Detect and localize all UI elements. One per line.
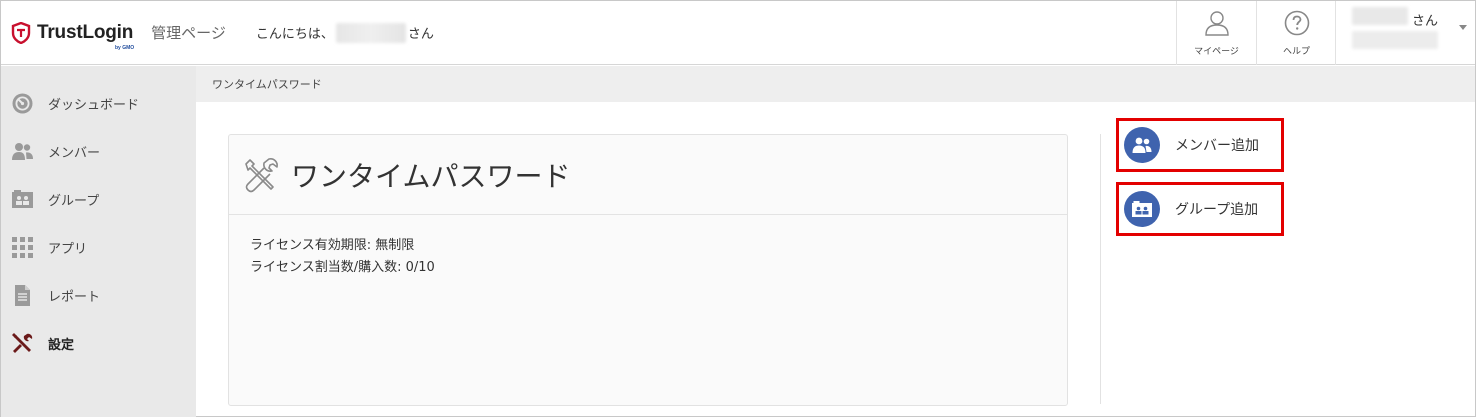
page-title: ワンタイムパスワード — [291, 159, 571, 193]
greeting: こんにちは、 さん — [255, 22, 434, 43]
top-header: TrustLogin by GMO 管理ページ こんにちは、 さん マイページ … — [1, 1, 1475, 65]
add-group-button[interactable]: グループ追加 — [1116, 182, 1284, 236]
user-menu[interactable]: さん — [1335, 1, 1475, 65]
add-member-button[interactable]: メンバー追加 — [1116, 118, 1284, 172]
group-icon — [12, 189, 33, 208]
members-icon — [12, 142, 33, 160]
shield-logo-icon — [11, 21, 31, 44]
tools-outline-icon — [245, 157, 278, 192]
otp-panel: ワンタイムパスワード ライセンス有効期限: 無制限 ライセンス割当数/購入数: … — [228, 134, 1068, 406]
sidebar-item-apps[interactable]: アプリ — [1, 223, 196, 271]
breadcrumb: ワンタイムパスワード — [196, 66, 1475, 102]
sidebar-item-label: アプリ — [48, 241, 88, 257]
add-member-label: メンバー追加 — [1175, 138, 1259, 154]
greeting-prefix: こんにちは、 — [255, 27, 334, 42]
admin-page-label: 管理ページ — [151, 24, 226, 42]
mypage-label: マイページ — [1194, 47, 1239, 57]
redacted-username — [335, 22, 406, 43]
logo-sub: by GMO — [114, 44, 135, 51]
sidebar-item-settings[interactable]: 設定 — [1, 319, 196, 367]
license-allocation: ライセンス割当数/購入数: 0/10 — [250, 260, 435, 275]
sidebar-item-report[interactable]: レポート — [1, 271, 196, 319]
sidebar-item-dashboard[interactable]: ダッシュボード — [1, 79, 196, 127]
mypage-button[interactable]: マイページ — [1176, 1, 1256, 65]
dashboard-icon — [12, 93, 33, 113]
license-expiry: ライセンス有効期限: 無制限 — [250, 238, 415, 253]
sidebar-item-label: メンバー — [48, 145, 101, 161]
panel-body: ライセンス有効期限: 無制限 ライセンス割当数/購入数: 0/10 — [229, 215, 1067, 279]
add-group-label: グループ追加 — [1175, 202, 1259, 218]
sidebar-item-label: レポート — [48, 289, 101, 305]
sidebar-item-label: グループ — [48, 193, 100, 209]
user-outline-icon — [1204, 11, 1229, 36]
sidebar-item-label: 設定 — [48, 337, 75, 353]
sidebar-item-label: ダッシュボード — [48, 97, 140, 113]
apps-grid-icon — [12, 236, 33, 258]
sidebar: ダッシュボード メンバー グループ アプリ レポート 設定 — [1, 66, 196, 417]
greeting-suffix: さん — [407, 27, 434, 42]
dropdown-caret-icon — [1459, 25, 1467, 30]
logo-wordmark: TrustLogin by GMO — [37, 21, 135, 51]
add-group-icon — [1124, 191, 1160, 227]
help-button[interactable]: ヘルプ — [1256, 1, 1336, 65]
add-member-icon — [1124, 127, 1160, 163]
column-divider — [1100, 134, 1101, 404]
redacted-user-name — [1352, 7, 1408, 25]
panel-header: ワンタイムパスワード — [229, 135, 1067, 215]
settings-tools-icon — [12, 332, 33, 353]
logo[interactable]: TrustLogin by GMO — [11, 1, 135, 65]
sidebar-item-group[interactable]: グループ — [1, 175, 196, 223]
report-icon — [15, 284, 30, 306]
help-question-icon — [1284, 10, 1309, 36]
help-label: ヘルプ — [1282, 47, 1310, 57]
user-suffix: さん — [1412, 14, 1439, 29]
breadcrumb-current: ワンタイムパスワード — [212, 78, 322, 91]
redacted-user-org — [1352, 31, 1438, 49]
sidebar-item-members[interactable]: メンバー — [1, 127, 196, 175]
